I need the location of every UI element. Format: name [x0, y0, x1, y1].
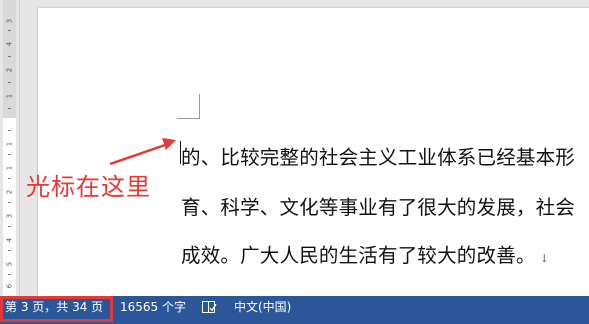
ruler-number: 3 [5, 18, 14, 24]
ruler-number: 6 [5, 283, 14, 289]
document-text-line[interactable]: 育、科学、文化等事业有了很大的发展，社会 [181, 191, 575, 220]
ruler-number: 3 [5, 213, 14, 219]
page-number-indicator[interactable]: 第 3 页，共 34 页 [0, 296, 113, 322]
ruler-number: 1 [5, 93, 14, 99]
ruler-number: 2 [5, 67, 14, 73]
ruler-number: 4 [5, 41, 14, 47]
ruler-number: 1 [5, 141, 14, 147]
word-window: 4 3 2 1 1 1 2 3 4 5 6 的、比较完整的社会主义工业体系已经基… [0, 0, 589, 324]
ruler-number: 1 [5, 165, 14, 171]
margin-corner-mark [177, 94, 200, 119]
document-text-line[interactable]: 的、比较完整的社会主义工业体系已经基本形 [181, 141, 575, 170]
ruler-number: 5 [5, 261, 14, 267]
ruler-number: 4 [5, 237, 14, 243]
annotation-arrow-icon [109, 138, 176, 166]
ruler-number: 2 [5, 189, 14, 195]
status-bar: 第 3 页，共 34 页 16565 个字 中文(中国) [0, 296, 589, 324]
language-indicator[interactable]: 中文(中国) [234, 296, 291, 318]
vertical-ruler[interactable]: 4 3 2 1 1 1 2 3 4 5 6 [0, 0, 20, 296]
word-count-indicator[interactable]: 16565 个字 [120, 296, 186, 318]
proofing-book-icon[interactable] [201, 299, 217, 315]
paragraph-mark: ↓ [539, 252, 550, 265]
document-text-span: 成效。广大人民的生活有了较大的改善。 [181, 244, 536, 267]
document-text-line[interactable]: 成效。广大人民的生活有了较大的改善。 ↓ [181, 239, 549, 268]
